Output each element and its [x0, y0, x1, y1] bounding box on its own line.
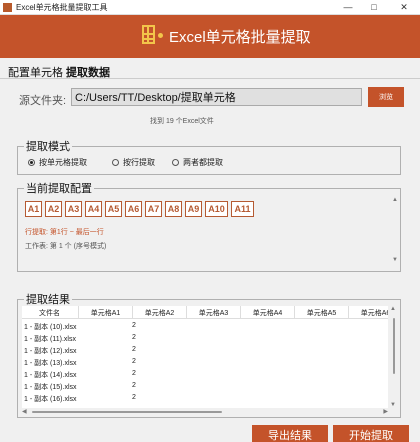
- bullet-icon: [158, 33, 163, 38]
- column-header[interactable]: 单元格A2: [133, 308, 186, 318]
- cell-chip: A10: [205, 201, 228, 217]
- cell-chip: A1: [25, 201, 42, 217]
- start-extract-button[interactable]: 开始提取: [333, 425, 409, 442]
- scroll-thumb[interactable]: [393, 318, 395, 374]
- cell-chip: A8: [165, 201, 182, 217]
- cell-filename[interactable]: 1 - 副本 (15).xlsx: [24, 382, 77, 392]
- row-extract-text: 行提取: 第1行 ~ 最后一行: [25, 229, 104, 236]
- extract-mode-title: 提取模式: [24, 138, 72, 154]
- results-vertical-scrollbar[interactable]: ▲ ▼: [390, 306, 398, 408]
- column-header[interactable]: 单元格A4: [241, 308, 294, 318]
- browse-button[interactable]: 浏览: [368, 87, 404, 107]
- tab-extract-data[interactable]: 提取数据: [66, 64, 110, 79]
- config-scrollbar[interactable]: ▲ ▼: [392, 197, 398, 263]
- extract-mode-group: 提取模式 按单元格提取 按行提取 两者都提取: [17, 138, 401, 175]
- scroll-up-icon[interactable]: ▲: [392, 197, 398, 203]
- window-titlebar: Excel单元格批量提取工具 — □ ✕: [0, 0, 420, 15]
- cell-value[interactable]: 2: [132, 358, 136, 365]
- results-title: 提取结果: [24, 291, 72, 307]
- cell-filename[interactable]: 1 - 副本 (16).xlsx: [24, 394, 77, 404]
- radio-by-cell[interactable]: 按单元格提取: [28, 157, 87, 168]
- cell-filename[interactable]: 1 - 副本 (13).xlsx: [24, 358, 77, 368]
- cell-value[interactable]: 2: [132, 394, 136, 401]
- cell-value[interactable]: 2: [132, 346, 136, 353]
- cell-chip: A6: [125, 201, 142, 217]
- radio-both[interactable]: 两者都提取: [172, 157, 223, 168]
- export-results-button[interactable]: 导出结果: [252, 425, 328, 442]
- minimize-button[interactable]: —: [336, 0, 360, 15]
- app-icon: [3, 3, 12, 12]
- scroll-left-icon[interactable]: ◀: [22, 408, 27, 415]
- window-title: Excel单元格批量提取工具: [16, 3, 108, 12]
- cell-chip: A9: [185, 201, 202, 217]
- column-header[interactable]: 单元格A3: [187, 308, 240, 318]
- radio-unchecked-icon: [172, 159, 179, 166]
- column-header[interactable]: 单元格A6: [349, 308, 388, 318]
- cell-chip: A5: [105, 201, 122, 217]
- scroll-down-icon[interactable]: ▼: [392, 257, 398, 263]
- cell-chip: A11: [231, 201, 254, 217]
- tab-divider: [0, 78, 420, 79]
- cell-chip: A7: [145, 201, 162, 217]
- results-table[interactable]: 文件名 单元格A1 单元格A2 单元格A3 单元格A4 单元格A5 单元格A6 …: [22, 306, 388, 408]
- close-button[interactable]: ✕: [392, 0, 416, 15]
- scroll-down-icon[interactable]: ▼: [390, 402, 396, 408]
- files-found-text: 找到 19 个Excel文件: [150, 118, 214, 125]
- radio-checked-icon: [28, 159, 35, 166]
- scroll-thumb[interactable]: [32, 411, 222, 413]
- current-config-group: 当前提取配置 A1 A2 A3 A4 A5 A6 A7 A8 A9 A10 A1…: [17, 180, 401, 272]
- cell-value[interactable]: 2: [132, 334, 136, 341]
- cell-filename[interactable]: 1 - 副本 (12).xlsx: [24, 346, 77, 356]
- cell-chip: A2: [45, 201, 62, 217]
- cell-filename[interactable]: 1 - 副本 (10).xlsx: [24, 322, 77, 332]
- scroll-up-icon[interactable]: ▲: [390, 306, 396, 312]
- sheet-info-text: 工作表: 第 1 个 (序号模式): [25, 243, 107, 250]
- tab-config-cells[interactable]: 配置单元格: [8, 64, 63, 79]
- radio-unchecked-icon: [112, 159, 119, 166]
- cell-value[interactable]: 2: [132, 382, 136, 389]
- cell-chip: A3: [65, 201, 82, 217]
- source-folder-label: 源文件夹:: [19, 95, 67, 107]
- column-header[interactable]: 文件名: [22, 308, 77, 318]
- results-group: 提取结果 文件名 单元格A1 单元格A2 单元格A3 单元格A4 单元格A5 单…: [17, 291, 401, 418]
- scroll-right-icon[interactable]: ▶: [383, 408, 388, 415]
- cell-filename[interactable]: 1 - 副本 (14).xlsx: [24, 370, 77, 380]
- header-divider: [22, 318, 388, 319]
- banner-title: Excel单元格批量提取: [169, 29, 311, 46]
- results-horizontal-scrollbar[interactable]: ◀ ▶: [22, 408, 388, 416]
- source-folder-input[interactable]: [71, 88, 362, 106]
- cell-value[interactable]: 2: [132, 322, 136, 329]
- current-config-title: 当前提取配置: [24, 180, 94, 196]
- cell-filename[interactable]: 1 - 副本 (11).xlsx: [24, 334, 76, 344]
- cell-chip: A4: [85, 201, 102, 217]
- spreadsheet-icon: [142, 25, 155, 44]
- column-header[interactable]: 单元格A5: [295, 308, 348, 318]
- column-header[interactable]: 单元格A1: [79, 308, 132, 318]
- cell-value[interactable]: 2: [132, 370, 136, 377]
- maximize-button[interactable]: □: [362, 0, 386, 15]
- radio-by-row[interactable]: 按行提取: [112, 157, 155, 168]
- header-banner: Excel单元格批量提取: [0, 15, 420, 58]
